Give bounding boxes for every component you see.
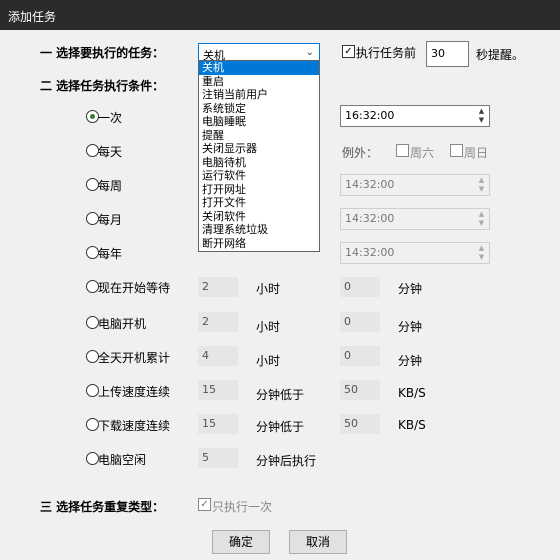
weekly-time-spinner[interactable]: ▲ ▼ xyxy=(475,176,488,194)
weekly-time-value: 14:32:00 xyxy=(345,178,395,191)
upload-label: 上传速度连续 xyxy=(98,385,171,399)
all-day-minutes-input[interactable]: 0 xyxy=(340,346,380,366)
except-label: 例外： xyxy=(342,146,379,160)
download-minutes-input[interactable]: 15 xyxy=(198,414,238,434)
once-only-label: 只执行一次 xyxy=(212,500,273,514)
idle-minutes-input[interactable]: 5 xyxy=(198,448,238,468)
task-option[interactable]: 关闭显示器 xyxy=(199,142,319,156)
cancel-button[interactable]: 取消 xyxy=(289,530,347,554)
section3-label: 三 选择任务重复类型： xyxy=(40,500,165,514)
task-option[interactable]: 运行软件 xyxy=(199,169,319,183)
title-bar: 添加任务 xyxy=(0,0,560,30)
all-day-hours-unit: 小时 xyxy=(256,354,281,368)
spin-up-icon[interactable]: ▲ xyxy=(475,107,488,116)
section1-label: 一 选择要执行的任务： xyxy=(40,46,165,60)
all-day-hours-input[interactable]: 4 xyxy=(198,346,238,366)
yearly-time-value: 14:32:00 xyxy=(345,246,395,259)
all-day-minutes-unit: 分钟 xyxy=(398,354,423,368)
task-option[interactable]: 电脑睡眠 xyxy=(199,115,319,129)
yearly-time-spinner[interactable]: ▲ ▼ xyxy=(475,244,488,262)
task-option[interactable]: 打开文件 xyxy=(199,196,319,210)
upload-unit: KB/S xyxy=(398,386,426,400)
once-only-checkbox[interactable]: ✓ xyxy=(198,498,211,511)
wait-minutes-input[interactable]: 0 xyxy=(340,277,380,297)
weekly-label: 每周 xyxy=(98,179,123,193)
task-option[interactable]: 断开网络 xyxy=(199,237,319,251)
download-label: 下载速度连续 xyxy=(98,419,171,433)
spin-up-icon[interactable]: ▲ xyxy=(475,176,488,185)
except-sun-label: 周日 xyxy=(464,146,489,160)
download-unit: KB/S xyxy=(398,418,426,432)
wait-label: 现在开始等待 xyxy=(98,281,171,295)
once-label: 一次 xyxy=(98,111,123,125)
task-option[interactable]: 提醒 xyxy=(199,129,319,143)
except-sun-checkbox[interactable] xyxy=(450,144,463,157)
yearly-time-input[interactable]: 14:32:00 ▲ ▼ xyxy=(340,242,490,264)
yearly-label: 每年 xyxy=(98,247,123,261)
spin-down-icon[interactable]: ▼ xyxy=(475,253,488,262)
ok-button[interactable]: 确定 xyxy=(212,530,270,554)
except-sat-label: 周六 xyxy=(410,146,435,160)
once-time-spinner[interactable]: ▲ ▼ xyxy=(475,107,488,125)
monthly-time-spinner[interactable]: ▲ ▼ xyxy=(475,210,488,228)
window-title: 添加任务 xyxy=(8,10,57,24)
monthly-time-input[interactable]: 14:32:00 ▲ ▼ xyxy=(340,208,490,230)
upload-minutes-input[interactable]: 15 xyxy=(198,380,238,400)
remind-seconds-suffix: 秒提醒。 xyxy=(476,48,525,62)
task-option[interactable]: 系统锁定 xyxy=(199,102,319,116)
wait-minutes-unit: 分钟 xyxy=(398,282,423,296)
once-time-input[interactable]: 16:32:00 ▲ ▼ xyxy=(340,105,490,127)
weekly-time-input[interactable]: 14:32:00 ▲ ▼ xyxy=(340,174,490,196)
monthly-time-value: 14:32:00 xyxy=(345,212,395,225)
all-day-label: 全天开机累计 xyxy=(98,351,171,365)
section2-label: 二 选择任务执行条件： xyxy=(40,79,165,93)
task-option[interactable]: 重启 xyxy=(199,75,319,89)
idle-mid-label: 分钟后执行 xyxy=(256,454,317,468)
task-option[interactable]: 打开网址 xyxy=(199,183,319,197)
remind-seconds-input[interactable]: 30 xyxy=(426,41,469,67)
daily-label: 每天 xyxy=(98,145,123,159)
task-option[interactable]: 关闭软件 xyxy=(199,210,319,224)
task-option[interactable]: 注销当前用户 xyxy=(199,88,319,102)
boot-minutes-input[interactable]: 0 xyxy=(340,312,380,332)
idle-label: 电脑空闲 xyxy=(98,453,147,467)
spin-up-icon[interactable]: ▲ xyxy=(475,244,488,253)
chevron-down-icon[interactable]: ⌄ xyxy=(306,47,314,58)
boot-minutes-unit: 分钟 xyxy=(398,320,423,334)
boot-hours-unit: 小时 xyxy=(256,320,281,334)
download-mid-label: 分钟低于 xyxy=(256,420,305,434)
upload-mid-label: 分钟低于 xyxy=(256,388,305,402)
spin-down-icon[interactable]: ▼ xyxy=(475,219,488,228)
boot-hours-input[interactable]: 2 xyxy=(198,312,238,332)
spin-up-icon[interactable]: ▲ xyxy=(475,210,488,219)
task-option[interactable]: 清理系统垃圾 xyxy=(199,223,319,237)
boot-label: 电脑开机 xyxy=(98,317,147,331)
wait-hours-input[interactable]: 2 xyxy=(198,277,238,297)
spin-down-icon[interactable]: ▼ xyxy=(475,116,488,125)
task-option[interactable]: 关机 xyxy=(199,61,319,75)
download-speed-input[interactable]: 50 xyxy=(340,414,380,434)
spin-down-icon[interactable]: ▼ xyxy=(475,185,488,194)
once-time-value: 16:32:00 xyxy=(345,109,395,122)
except-sat-checkbox[interactable] xyxy=(396,144,409,157)
task-option[interactable]: 电脑待机 xyxy=(199,156,319,170)
before-exec-label: 执行任务前 xyxy=(356,46,417,60)
wait-hours-unit: 小时 xyxy=(256,282,281,296)
upload-speed-input[interactable]: 50 xyxy=(340,380,380,400)
task-dropdown-list[interactable]: 关机 重启 注销当前用户 系统锁定 电脑睡眠 提醒 关闭显示器 电脑待机 运行软件 打开网址 打开文… xyxy=(198,60,320,252)
before-exec-checkbox[interactable]: ✓ xyxy=(342,45,355,58)
monthly-label: 每月 xyxy=(98,213,123,227)
